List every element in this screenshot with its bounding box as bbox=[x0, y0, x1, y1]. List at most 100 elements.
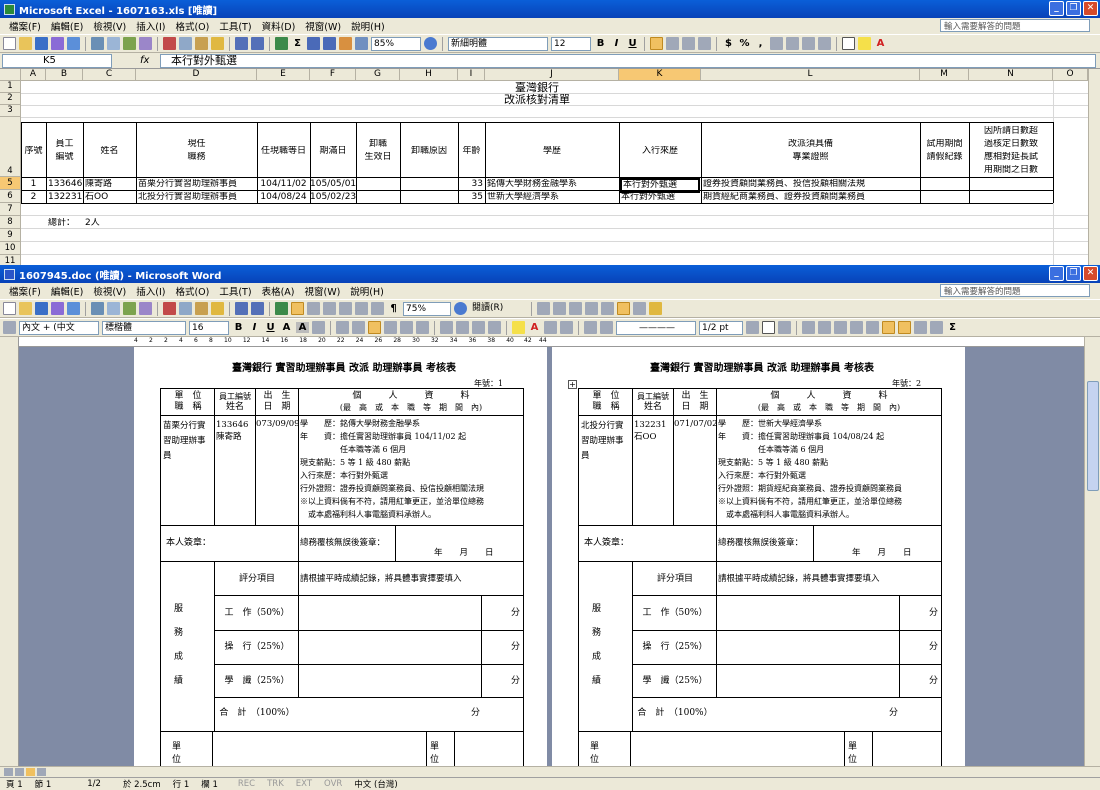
col-info-label-2[interactable]: (最 高 或 本 職 等 期 間 內) bbox=[718, 402, 940, 413]
drawing-icon[interactable] bbox=[355, 37, 368, 50]
form-shading-icon[interactable] bbox=[617, 302, 630, 315]
col-header-d[interactable]: D bbox=[136, 69, 257, 81]
header-emp-no-2[interactable]: 編號 bbox=[46, 152, 83, 163]
sheet-subtitle[interactable]: 改派核對清單 bbox=[21, 94, 1053, 105]
word-bold-icon[interactable]: B bbox=[232, 322, 245, 333]
formula-input[interactable]: 本行對外甄選 bbox=[160, 54, 1096, 68]
shading-color-icon[interactable] bbox=[778, 321, 791, 334]
restore-icon[interactable]: ❐ bbox=[1066, 1, 1081, 16]
sheet-title[interactable]: 臺灣銀行 bbox=[21, 82, 1053, 93]
align-center-icon[interactable] bbox=[666, 37, 679, 50]
line-style-select[interactable]: ———— bbox=[616, 320, 696, 335]
eval-total-label[interactable]: 合 計 （100%） bbox=[216, 708, 298, 719]
bullets-icon[interactable] bbox=[456, 321, 469, 334]
menu-window[interactable]: 視窗(W) bbox=[300, 19, 346, 33]
info-line-3[interactable]: 任本職等滿 6 個月 bbox=[718, 444, 824, 455]
word-align-center-icon[interactable] bbox=[368, 321, 381, 334]
word-italic-icon[interactable]: I bbox=[248, 322, 261, 333]
char-scale-icon[interactable] bbox=[312, 321, 325, 334]
total-value[interactable]: 2人 bbox=[85, 218, 136, 229]
header-leave-4[interactable]: 用期間之日數 bbox=[969, 165, 1053, 176]
info-line-1[interactable]: 學 歷：銘傳大學財務金融學系 bbox=[300, 418, 420, 431]
word-menu-view[interactable]: 檢視(V) bbox=[88, 284, 131, 298]
excel-title-bar[interactable]: Microsoft Excel - 1607163.xls [唯讀] _ ❐ ✕ bbox=[0, 0, 1100, 18]
status-ext[interactable]: EXT bbox=[290, 779, 318, 789]
border-color-icon[interactable] bbox=[746, 321, 759, 334]
new-icon[interactable] bbox=[3, 37, 16, 50]
document-area[interactable]: 臺灣銀行 實習助理辦事員 改派 助理辦事員 考核表 年號：1 單 位 職 稱 員… bbox=[19, 347, 1084, 767]
self-sign-label[interactable]: 本人簽章： bbox=[584, 538, 629, 549]
header-age[interactable]: 年齡 bbox=[458, 146, 485, 157]
header-skills-1[interactable]: 改派須具備 bbox=[701, 139, 920, 150]
info-line-6[interactable]: 行外證照：期貨經紀商業務員、證券投資顧問業務員 bbox=[718, 483, 940, 494]
percent-icon[interactable]: % bbox=[738, 38, 751, 49]
word-hyperlink-icon[interactable] bbox=[275, 302, 288, 315]
score-unit-total[interactable]: 分 bbox=[889, 708, 898, 719]
save-icon[interactable] bbox=[35, 37, 48, 50]
info-line-6[interactable]: 行外證照：證券投資顧問業務員、投信投顧相關法規 bbox=[300, 483, 522, 494]
col-header-j[interactable]: J bbox=[485, 69, 619, 81]
info-line-2[interactable]: 年 資：擔任實習助理辦事員 104/08/24 起 bbox=[718, 431, 884, 442]
info-line-8[interactable]: 或本處福利科人事電腦資料承辦人。 bbox=[300, 509, 436, 520]
info-line-1[interactable]: 學 歷：世新大學經濟學系 bbox=[718, 418, 822, 429]
borders-icon[interactable] bbox=[842, 37, 855, 50]
header-reason[interactable]: 卸職原因 bbox=[400, 146, 458, 157]
print-icon[interactable] bbox=[91, 37, 104, 50]
word-sort-desc-icon[interactable] bbox=[930, 321, 943, 334]
increase-decimal-icon[interactable] bbox=[770, 37, 783, 50]
bold-icon[interactable]: B bbox=[594, 38, 607, 49]
enclose-char-icon[interactable] bbox=[560, 321, 573, 334]
word-font-select[interactable]: 標楷體 bbox=[102, 320, 186, 335]
col-header-h[interactable]: H bbox=[400, 69, 458, 81]
row1-position[interactable]: 苗栗分行實習助理辦事員 bbox=[138, 179, 257, 190]
row-header-8[interactable]: 8 bbox=[0, 216, 21, 229]
menu-file[interactable]: 檔案(F) bbox=[4, 19, 46, 33]
tables-borders-icon[interactable] bbox=[291, 302, 304, 315]
header-education[interactable]: 學歷 bbox=[485, 146, 619, 157]
eval-item-conduct[interactable]: 操 行（25%） bbox=[216, 642, 298, 653]
row1-seq[interactable]: 1 bbox=[21, 179, 46, 190]
word-increase-indent-icon[interactable] bbox=[488, 321, 501, 334]
word-new-icon[interactable] bbox=[3, 302, 16, 315]
header-effective-2[interactable]: 生效日 bbox=[356, 152, 400, 163]
reading-layout-button[interactable]: 閱讀(R) bbox=[470, 301, 526, 316]
row-header-2[interactable]: 2 bbox=[0, 93, 21, 105]
info-line-2[interactable]: 年 資：擔任實習助理辦事員 104/11/02 起 bbox=[300, 431, 466, 442]
word-print-icon[interactable] bbox=[91, 302, 104, 315]
header-leave-2[interactable]: 過核定日數致 bbox=[969, 139, 1053, 150]
col-emp-label[interactable]: 員工編號 bbox=[216, 391, 254, 402]
menu-data[interactable]: 資料(D) bbox=[257, 19, 301, 33]
eval-item-header[interactable]: 評分項目 bbox=[634, 574, 716, 585]
autosum-icon[interactable]: Σ bbox=[291, 38, 304, 49]
word-menu-window[interactable]: 視窗(W) bbox=[299, 284, 345, 298]
score-unit-total[interactable]: 分 bbox=[471, 708, 480, 719]
word-align-left-icon[interactable] bbox=[336, 321, 349, 334]
col-header-f[interactable]: F bbox=[310, 69, 356, 81]
decrease-decimal-icon[interactable] bbox=[786, 37, 799, 50]
header-skills-2[interactable]: 專業證照 bbox=[701, 152, 920, 163]
header-effective-1[interactable]: 卸職 bbox=[356, 139, 400, 150]
word-menu-insert[interactable]: 插入(I) bbox=[131, 284, 170, 298]
col-name-label[interactable]: 姓名 bbox=[634, 402, 672, 413]
font-select[interactable]: 新細明體 bbox=[448, 36, 548, 51]
self-sign-label[interactable]: 本人簽章： bbox=[166, 538, 211, 549]
col-header-i[interactable]: I bbox=[458, 69, 485, 81]
col-header-c[interactable]: C bbox=[83, 69, 136, 81]
scroll-thumb[interactable] bbox=[1087, 381, 1099, 491]
row2-due-date[interactable]: 105/02/23 bbox=[310, 192, 356, 203]
copy-icon[interactable] bbox=[179, 37, 192, 50]
word-open-icon[interactable] bbox=[19, 302, 32, 315]
col-header-a[interactable]: A bbox=[21, 69, 46, 81]
bottom-unit-label-2[interactable]: 單 位 bbox=[848, 741, 868, 767]
header-trial-2[interactable]: 請假紀錄 bbox=[920, 152, 969, 163]
header-leave-3[interactable]: 應相對延長試 bbox=[969, 152, 1053, 163]
header-trial-1[interactable]: 試用期間 bbox=[920, 139, 969, 150]
eval-item-header[interactable]: 評分項目 bbox=[216, 574, 298, 585]
spelling-icon[interactable] bbox=[123, 37, 136, 50]
eval-note[interactable]: 請根據平時成績記錄，將具體事實擇要填入 bbox=[718, 574, 880, 585]
score-unit-work[interactable]: 分 bbox=[929, 608, 938, 619]
form-table-icon[interactable] bbox=[601, 302, 614, 315]
row2-source[interactable]: 本行對外甄選 bbox=[621, 192, 701, 203]
row-header-5[interactable]: 5 bbox=[0, 177, 21, 190]
score-unit-conduct[interactable]: 分 bbox=[511, 642, 520, 653]
